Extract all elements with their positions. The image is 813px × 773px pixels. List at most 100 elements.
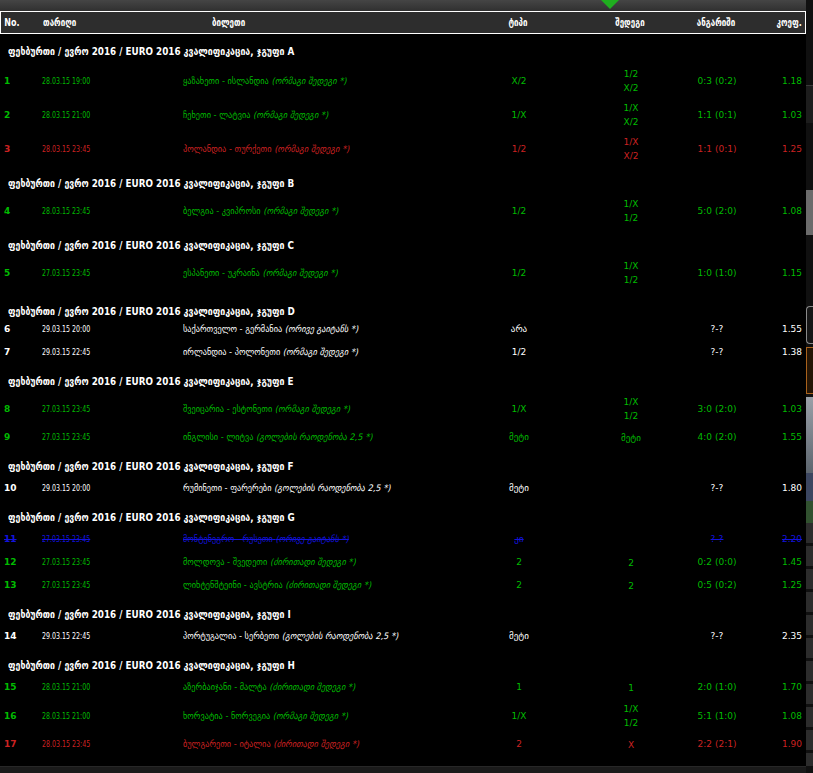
bet-type: (ორმაგი შედეგი *): [253, 110, 328, 120]
final-score: 0:3 (0:2): [687, 75, 747, 88]
bet-row: 228.03.15 21:00ჩეხეთი - ლატვია (ორმაგი შ…: [0, 98, 806, 132]
match-teams: ესპანეთი - უკრაინა: [183, 268, 260, 278]
section-title: ფეხბურთი / ევრო 2016 / EURO 2016 კვალიფი…: [8, 178, 710, 189]
result-line: 1: [575, 681, 687, 695]
bet-row: 1029.03.15 20:00რუმინეთი - ფარერები (გოლ…: [0, 477, 806, 500]
coefficient: 1.03: [747, 403, 806, 416]
tournament-section: ფეხბურთი / ევრო 2016 / EURO 2016 კვალიფი…: [0, 178, 806, 228]
bet-pick: 1/2: [463, 143, 575, 156]
tournament-section: ფეხბურთი / ევრო 2016 / EURO 2016 კვალიფი…: [0, 461, 806, 500]
final-score: 4:0 (2:0): [687, 431, 747, 444]
bet-row: 629.03.15 20:00საქართველო - გერმანია (ორ…: [0, 318, 806, 341]
match-teams: მონტენეგრო - რუსეთი: [183, 534, 273, 544]
row-number: 11: [0, 533, 42, 546]
match-result: 1/2X/2: [575, 67, 687, 95]
match-date: 28.03.15 23:45: [42, 205, 141, 218]
bet-row: 827.03.15 23:45შვეიცარია - ესტონეთი (ორმ…: [0, 392, 806, 426]
result-line: X/2: [575, 115, 687, 129]
match-date: 29.03.15 22:45: [42, 630, 141, 643]
bet-row: 128.03.15 19:00 ყაზახეთი - ისლანდია (ორმა…: [0, 64, 806, 98]
result-line: 1/X: [575, 259, 687, 273]
top-bar: [0, 0, 806, 11]
bet-pick: 1/X: [463, 710, 575, 723]
row-number: 17: [0, 738, 42, 751]
ticket-cell: რუმინეთი - ფარერები (გოლების რაოდენობა 2…: [183, 482, 441, 495]
tournament-section: ფეხბურთი / ევრო 2016 / EURO 2016 კვალიფი…: [0, 609, 806, 648]
match-date: 28.03.15 19:00: [42, 75, 141, 88]
bottom-bar: [0, 766, 813, 773]
ticket-cell: შვეიცარია - ესტონეთი (ორმაგი შედეგი *): [183, 403, 441, 416]
result-line: 1/2: [575, 273, 687, 287]
coefficient: 1.90: [747, 738, 806, 751]
ticket-cell: ესპანეთი - უკრაინა (ორმაგი შედეგი *): [183, 267, 441, 280]
match-result: 2: [575, 556, 687, 570]
coefficient: 1.25: [747, 143, 806, 156]
bet-type: (ორმაგი შედეგი *): [263, 206, 338, 216]
bet-type: (ორივე გაიტანს *): [275, 534, 348, 544]
match-result: 1/X1/2: [575, 259, 687, 287]
section-title: ფეხბურთი / ევრო 2016 / EURO 2016 კვალიფი…: [8, 512, 710, 523]
coefficient: 1.55: [747, 431, 806, 444]
bet-row: 1628.03.15 21:00ხორვატია - ნორვეგია (ორმ…: [0, 699, 806, 733]
bet-type: (ორმაგი შედეგი *): [271, 76, 346, 86]
match-result: 1/X1/2: [575, 197, 687, 225]
bet-pick: 1/2: [463, 267, 575, 280]
ticket-cell: ყაზახეთი - ისლანდია (ორმაგი შედეგი *): [183, 75, 441, 88]
green-down-arrow-icon[interactable]: [601, 0, 619, 9]
tournament-section: ფეხბურთი / ევრო 2016 / EURO 2016 კვალიფი…: [0, 46, 806, 166]
ticket-cell: ინგლისი - ლიტვა (გოლების რაოდენობა 2,5 *…: [183, 431, 441, 444]
bet-type: (ძირითადი შედეგი *): [285, 580, 371, 590]
bet-pick: 2: [463, 738, 575, 751]
coefficient: 1.15: [747, 267, 806, 280]
bet-type: (ორმაგი შედეგი *): [283, 347, 358, 357]
bet-type: (ორმაგი შედეგი *): [275, 404, 350, 414]
edge-segment: [806, 190, 813, 235]
section-title: ფეხბურთი / ევრო 2016 / EURO 2016 კვალიფი…: [8, 660, 710, 671]
bet-pick: 1: [463, 681, 575, 694]
final-score: 5:1 (1:0): [687, 710, 747, 723]
match-teams: ირლანდია - პოლონეთი: [183, 347, 280, 357]
section-title: ფეხბურთი / ევრო 2016 / EURO 2016 კვალიფი…: [8, 461, 710, 472]
result-line: მეტი: [575, 431, 687, 445]
row-number: 12: [0, 556, 42, 569]
bet-type: (ძირითადი შედეგი *): [273, 739, 359, 749]
match-result: 1/X1/2: [575, 702, 687, 730]
result-line: 1/X: [575, 395, 687, 409]
match-date: 29.03.15 20:00: [42, 323, 141, 336]
ticket-cell: მოლდოვა - შვედეთი (ძირითადი შედეგი *): [183, 556, 441, 569]
edge-segment: [806, 501, 813, 523]
match-teams: პორტუგალია - სერბეთი: [183, 631, 279, 641]
result-line: 1/2: [575, 716, 687, 730]
coefficient: 1.45: [747, 556, 806, 569]
bet-row: 1728.03.15 23:45ბულგარეთი - იტალია (ძირი…: [0, 733, 806, 756]
match-teams: საქართველო - გერმანია: [183, 324, 282, 334]
bet-pick: მეტი: [463, 431, 575, 444]
row-number: 13: [0, 579, 42, 592]
column-header-date: თარიღი: [43, 17, 156, 28]
bet-pick: 1/2: [463, 205, 575, 218]
bet-pick: მეტი: [463, 630, 575, 643]
final-score: 1:1 (0:1): [687, 143, 747, 156]
match-teams: ყაზახეთი - ისლანდია: [183, 76, 269, 86]
result-line: 1/X: [575, 101, 687, 115]
final-score: ?-?: [687, 533, 747, 546]
match-result: 1: [575, 681, 687, 695]
match-teams: ხორვატია - ნორვეგია: [183, 711, 270, 721]
section-title: ფეხბურთი / ევრო 2016 / EURO 2016 კვალიფი…: [8, 46, 710, 57]
coefficient: 1.70: [747, 681, 806, 694]
row-number: 1: [0, 75, 42, 88]
coefficient: 2.20: [747, 533, 806, 546]
coefficient: 1.03: [747, 109, 806, 122]
bet-row: 1528.03.15 21:00აზერბაიჯანი - მალტა (ძირ…: [0, 676, 806, 699]
result-line: 2: [575, 579, 687, 593]
ticket-cell: ხორვატია - ნორვეგია (ორმაგი შედეგი *): [183, 710, 441, 723]
ticket-cell: ჰოლანდია - თურქეთი (ორმაგი შედეგი *): [183, 143, 441, 156]
final-score: 0:5 (0:2): [687, 579, 747, 592]
match-date: 28.03.15 21:00: [42, 681, 141, 694]
final-score: 1:0 (1:0): [687, 267, 747, 280]
coefficient: 1.08: [747, 710, 806, 723]
row-number: 2: [0, 109, 42, 122]
match-date: 27.03.15 23:45: [42, 403, 141, 416]
bet-pick: მეტი: [463, 482, 575, 495]
bet-row: 527.03.15 23:45ესპანეთი - უკრაინა (ორმაგ…: [0, 256, 806, 290]
